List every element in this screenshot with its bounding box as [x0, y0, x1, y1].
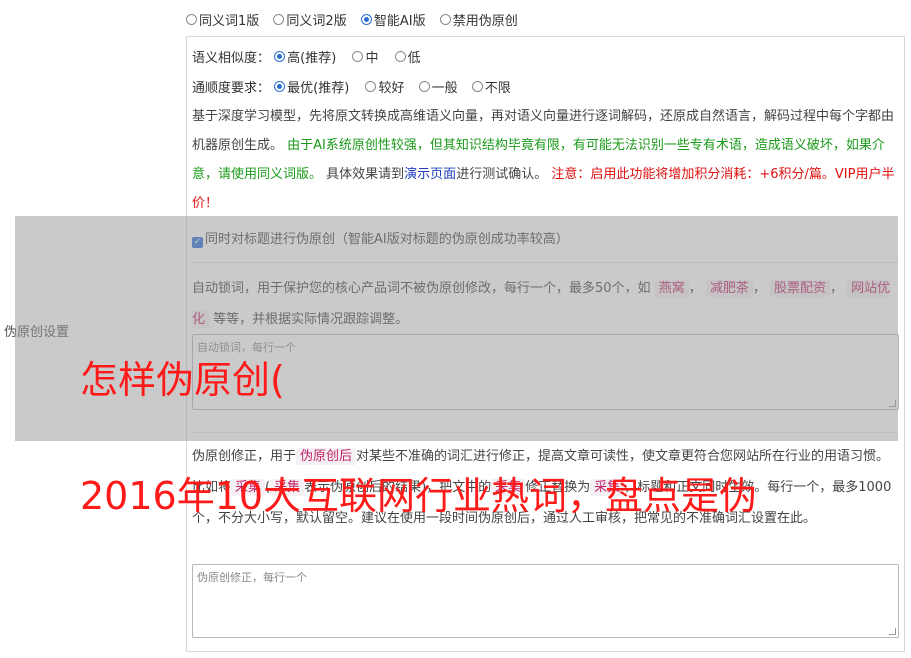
option-label: 中: [365, 51, 379, 66]
description-text: 进行测试确认。: [456, 167, 548, 182]
option-label: 不限: [484, 81, 511, 96]
similarity-label: 语义相似度：: [192, 51, 271, 66]
option-label: 最优(推荐): [287, 81, 350, 96]
fluency-best[interactable]: 最优(推荐): [274, 77, 349, 96]
mode-option-synonym1[interactable]: 同义词1版: [186, 10, 259, 29]
option-label: 高(推荐): [287, 51, 337, 66]
radio-icon[interactable]: [273, 14, 285, 25]
mode-radio-group: 同义词1版 同义词2版 智能AI版 禁用伪原创: [186, 10, 518, 29]
radio-icon[interactable]: [186, 14, 197, 25]
similarity-row: 语义相似度： 高(推荐) 中 低: [192, 47, 421, 66]
radio-icon[interactable]: [394, 51, 406, 62]
radio-icon[interactable]: [418, 81, 430, 92]
fluency-row: 通顺度要求： 最优(推荐) 较好 一般 不限: [192, 77, 511, 96]
radio-icon[interactable]: [471, 81, 483, 92]
mode-label: 智能AI版: [373, 14, 426, 29]
correction-text: 伪原创修正，用于: [192, 449, 297, 464]
demo-page-link[interactable]: 演示页面: [404, 167, 456, 182]
radio-selected-icon[interactable]: [274, 51, 286, 62]
resize-handle-icon[interactable]: [889, 628, 896, 635]
mode-label: 同义词1版: [199, 14, 260, 29]
watermark-title-line1: 怎样伪原创(: [80, 358, 285, 402]
correction-textarea[interactable]: 伪原创修正，每行一个: [192, 564, 899, 638]
fluency-good[interactable]: 较好: [365, 77, 404, 96]
textarea-placeholder: 伪原创修正，每行一个: [197, 571, 307, 584]
radio-icon[interactable]: [352, 51, 364, 62]
fluency-normal[interactable]: 一般: [418, 77, 458, 96]
mode-label: 禁用伪原创: [452, 14, 518, 29]
similarity-medium[interactable]: 中: [352, 47, 378, 66]
fluency-unlimited[interactable]: 不限: [471, 77, 511, 96]
fluency-label: 通顺度要求：: [192, 81, 271, 96]
ai-description: 基于深度学习模型，先将原文转换成高维语义向量，再对语义向量进行逐词解码，还原成自…: [192, 102, 898, 218]
radio-selected-icon[interactable]: [274, 81, 286, 92]
watermark-title-line2: 2016年10大互联网行业热词，盘点是伪: [80, 474, 758, 518]
mode-option-ai[interactable]: 智能AI版: [360, 10, 426, 29]
similarity-high[interactable]: 高(推荐): [274, 47, 336, 66]
radio-selected-icon[interactable]: [360, 14, 372, 25]
option-label: 低: [407, 51, 421, 66]
radio-icon[interactable]: [365, 81, 377, 92]
description-text: 具体效果请到: [326, 167, 405, 182]
mode-option-synonym2[interactable]: 同义词2版: [273, 10, 347, 29]
similarity-low[interactable]: 低: [394, 47, 421, 66]
radio-icon[interactable]: [439, 14, 451, 25]
keyword-tag: 伪原创后: [296, 448, 357, 465]
option-label: 一般: [431, 81, 458, 96]
gray-overlay: [15, 216, 898, 441]
mode-option-disable[interactable]: 禁用伪原创: [439, 10, 518, 29]
option-label: 较好: [378, 81, 405, 96]
mode-label: 同义词2版: [286, 14, 347, 29]
